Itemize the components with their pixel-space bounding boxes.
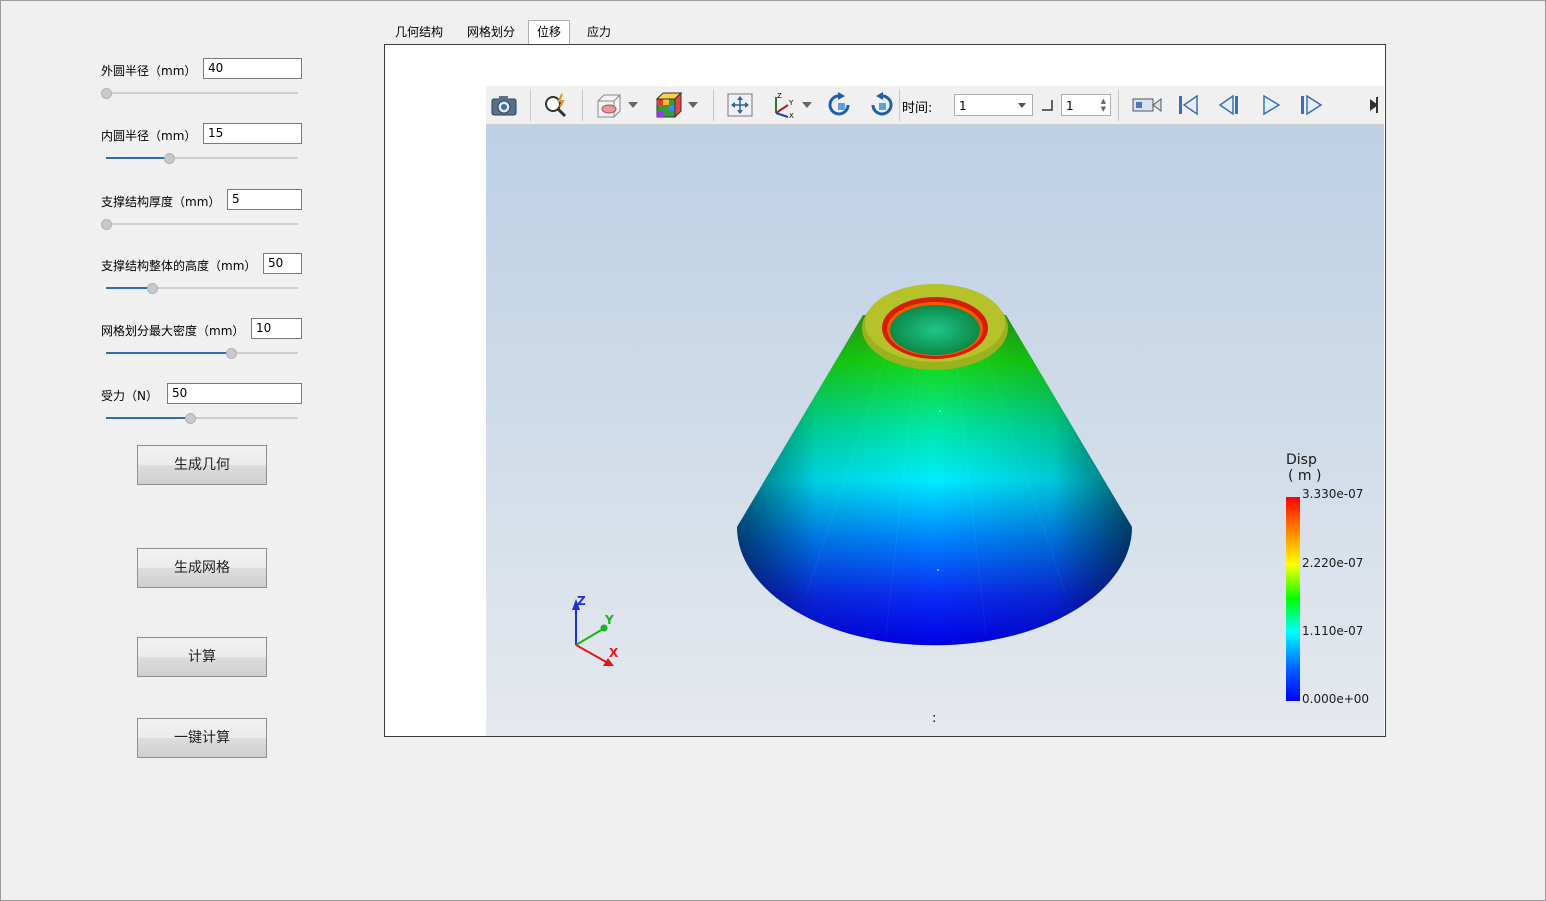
- outer-radius-slider[interactable]: [101, 87, 298, 99]
- tab-displacement[interactable]: 位移: [528, 20, 571, 45]
- legend-tick: 3.330e-07: [1302, 487, 1364, 501]
- zoom-icon[interactable]: [542, 91, 570, 119]
- time-select-value: 1: [959, 99, 967, 113]
- mesh-density-slider[interactable]: [106, 347, 298, 359]
- rotate-cw-icon[interactable]: [826, 91, 854, 119]
- color-cube-icon[interactable]: [654, 91, 682, 119]
- slider-thumb[interactable]: [101, 88, 112, 99]
- generate-mesh-button[interactable]: 生成网格: [137, 548, 267, 588]
- slider-thumb[interactable]: [185, 413, 197, 424]
- render-view[interactable]: Z Y X: [486, 125, 1384, 736]
- generate-geometry-button[interactable]: 生成几何: [137, 445, 267, 485]
- first-frame-icon[interactable]: [1174, 91, 1202, 119]
- legend-tick: 0.000e+00: [1302, 692, 1370, 706]
- displacement-model: Z Y X: [572, 284, 1132, 666]
- slider-thumb[interactable]: [225, 348, 237, 359]
- tab-stress[interactable]: 应力: [579, 21, 619, 44]
- status-mark: :: [932, 711, 937, 726]
- step-spinbox[interactable]: 1 ▲ ▼: [1061, 94, 1111, 116]
- axis-y-label: Y: [604, 613, 614, 627]
- prev-frame-icon[interactable]: [1215, 91, 1243, 119]
- rotate-ccw-icon[interactable]: [867, 91, 895, 119]
- step-spinbox-value: 1: [1066, 99, 1074, 113]
- legend-title: Disp: [1286, 452, 1317, 468]
- tab-geometry[interactable]: 几何结构: [387, 21, 451, 44]
- slider-fill: [106, 352, 231, 354]
- force-slider[interactable]: [106, 412, 298, 424]
- legend-tick: 1.110e-07: [1302, 624, 1364, 638]
- inner-radius-label: 内圆半径（mm）: [101, 129, 197, 143]
- time-select[interactable]: 1: [954, 94, 1033, 116]
- height-input[interactable]: 50: [263, 253, 302, 274]
- chevron-down-icon[interactable]: [686, 91, 700, 119]
- chevron-down-icon[interactable]: [626, 91, 640, 119]
- reset-view-icon[interactable]: [726, 91, 754, 119]
- outer-radius-label: 外圆半径（mm）: [101, 64, 197, 78]
- svg-text:X: X: [789, 112, 794, 119]
- slider-fill: [106, 157, 170, 159]
- tab-mesh[interactable]: 网格划分: [459, 21, 523, 44]
- orientation-axes: Z Y X: [572, 594, 619, 666]
- mesh-density-input[interactable]: 10: [251, 318, 302, 339]
- toolbar-more-icon[interactable]: [1366, 91, 1382, 119]
- force-input[interactable]: 50: [167, 383, 302, 404]
- force-label: 受力（N）: [101, 389, 158, 403]
- thickness-input[interactable]: 5: [227, 189, 302, 210]
- spin-down-icon[interactable]: ▼: [1101, 106, 1106, 113]
- legend-colorbar: [1286, 497, 1300, 701]
- slider-fill: [106, 287, 153, 289]
- svg-text:Y: Y: [788, 99, 794, 107]
- thickness-slider[interactable]: [101, 218, 298, 230]
- last-frame-icon[interactable]: [1297, 91, 1325, 119]
- thickness-label: 支撑结构厚度（mm）: [101, 195, 221, 209]
- compute-button[interactable]: 计算: [137, 637, 267, 677]
- time-label: 时间:: [902, 101, 933, 116]
- spin-up-icon[interactable]: ▲: [1101, 98, 1106, 105]
- svg-text:Z: Z: [777, 92, 782, 100]
- one-click-compute-button[interactable]: 一键计算: [137, 718, 267, 758]
- viewer-toolbar: ZYX 时间: 1 1 ▲ ▼: [486, 86, 1384, 125]
- outer-radius-input[interactable]: 40: [203, 58, 302, 79]
- inner-radius-input[interactable]: 15: [203, 123, 302, 144]
- chevron-down-icon[interactable]: [800, 91, 814, 119]
- axes-icon[interactable]: ZYX: [768, 91, 796, 119]
- slider-thumb[interactable]: [164, 153, 176, 164]
- record-icon[interactable]: [1130, 91, 1164, 119]
- legend-tick: 2.220e-07: [1302, 556, 1364, 570]
- axis-x-label: X: [609, 646, 619, 660]
- play-icon[interactable]: [1257, 91, 1285, 119]
- height-label: 支撑结构整体的高度（mm）: [101, 259, 257, 273]
- height-slider[interactable]: [106, 282, 298, 294]
- axis-z-label: Z: [577, 594, 586, 608]
- inner-radius-slider[interactable]: [106, 152, 298, 164]
- chevron-down-icon: [1018, 103, 1026, 108]
- legend-unit: ( m ): [1288, 468, 1322, 484]
- slider-thumb[interactable]: [147, 283, 159, 294]
- slider-fill: [106, 417, 191, 419]
- slice-icon[interactable]: [594, 91, 622, 119]
- slider-thumb[interactable]: [101, 219, 112, 230]
- mesh-density-label: 网格划分最大密度（mm）: [101, 324, 245, 338]
- camera-icon[interactable]: [490, 91, 518, 119]
- step-icon: [1037, 91, 1057, 119]
